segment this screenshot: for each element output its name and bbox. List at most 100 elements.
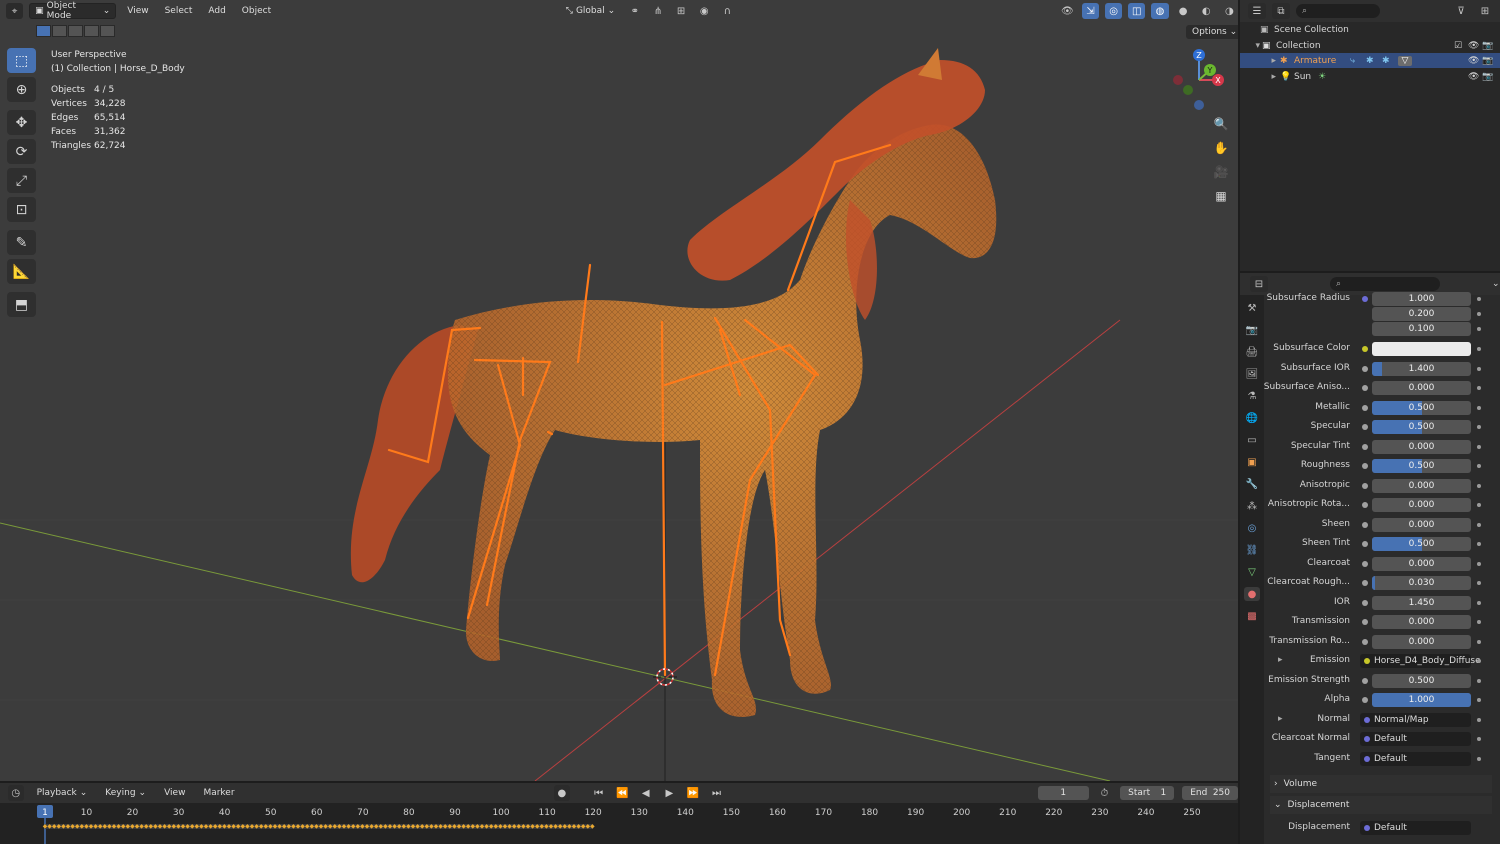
clock-icon[interactable]: ⏱	[1097, 785, 1113, 801]
mode-selector[interactable]: ▣ Object Mode ⌄	[29, 1, 117, 21]
expand-arrow-icon[interactable]: ▾	[1240, 41, 1262, 51]
select-subtract-icon[interactable]	[68, 25, 83, 37]
pan-hand-icon[interactable]: ✋	[1211, 138, 1231, 157]
displacement-section-header[interactable]: ⌄ Displacement	[1270, 796, 1492, 814]
keyframe-dot[interactable]	[1477, 386, 1481, 390]
value-slider[interactable]: 1.450	[1372, 596, 1471, 610]
outliner-row-collection[interactable]: ▾ ▣ Collection ☑ 👁 📷	[1240, 38, 1500, 53]
zoom-icon[interactable]: 🔍	[1211, 114, 1231, 133]
keyframe-dot[interactable]	[1477, 718, 1481, 722]
physics-tab-icon[interactable]: ◎	[1244, 521, 1260, 535]
value-slider[interactable]: 0.500	[1372, 459, 1471, 473]
eye-icon[interactable]: 👁	[1468, 72, 1482, 82]
value-slider[interactable]: 0.000	[1372, 381, 1471, 395]
camera-render-icon[interactable]: 📷	[1482, 56, 1500, 66]
value-slider[interactable]: 0.000	[1372, 635, 1471, 649]
gizmo-neg-z[interactable]	[1194, 100, 1204, 110]
collection-tab-icon[interactable]: ▭	[1244, 433, 1260, 447]
start-frame-field[interactable]: Start 1	[1120, 786, 1175, 800]
value-slider[interactable]: 1.400	[1372, 362, 1471, 376]
value-slider[interactable]	[1372, 342, 1471, 356]
select-box-tool-icon[interactable]: ⬚	[7, 48, 36, 73]
scene-tab-icon[interactable]: ⚗	[1244, 389, 1260, 403]
expand-arrow-icon[interactable]: ▸	[1278, 714, 1283, 724]
transform-tool-icon[interactable]: ⊡	[7, 197, 36, 222]
xray-toggle-icon[interactable]: ◫	[1128, 3, 1146, 19]
rotate-tool-icon[interactable]: ⟳	[7, 139, 36, 164]
falloff-icon[interactable]: ∩	[719, 3, 736, 19]
eye-icon[interactable]: 👁	[1468, 56, 1482, 66]
measure-tool-icon[interactable]: 📐	[7, 259, 36, 284]
options-button[interactable]: Options ⌄	[1186, 25, 1238, 39]
checkbox-icon[interactable]: ☑	[1454, 41, 1468, 51]
keyframe-dot[interactable]	[1477, 757, 1481, 761]
frame-ruler[interactable]: 1 10 20 30 40 50 60 70 80 90 100 110 120 130 140 150 160…	[0, 803, 1238, 844]
cursor-tool-icon[interactable]: ⊕	[7, 77, 36, 102]
select-new-icon[interactable]	[36, 25, 51, 37]
current-frame-field[interactable]: 1	[1037, 786, 1089, 800]
value-slider[interactable]: 0.500	[1372, 674, 1471, 688]
volume-section-header[interactable]: › Volume	[1270, 775, 1492, 793]
filter-icon[interactable]: ⊽	[1452, 3, 1470, 19]
keyframe-dot[interactable]	[1477, 425, 1481, 429]
tool-tab-icon[interactable]: ⚒	[1244, 301, 1260, 315]
keyframe-dot[interactable]	[1477, 367, 1481, 371]
value-slider[interactable]: 0.200	[1372, 307, 1471, 321]
keyframe-dot[interactable]	[1477, 445, 1481, 449]
menu-marker[interactable]: Marker	[198, 785, 239, 801]
value-slider[interactable]: 0.000	[1372, 518, 1471, 532]
shading-solid-icon[interactable]: ●	[1175, 3, 1192, 19]
new-collection-icon[interactable]: ⊞	[1476, 3, 1494, 19]
value-slider[interactable]: 1.000	[1372, 693, 1471, 707]
keyframe-dot[interactable]	[1477, 562, 1481, 566]
keyframe-dot[interactable]	[1477, 698, 1481, 702]
value-slider[interactable]: 1.000	[1372, 292, 1471, 306]
outliner-editor-icon[interactable]: ☰	[1248, 3, 1266, 19]
perspective-grid-icon[interactable]: ▦	[1211, 186, 1231, 205]
gizmo-neg-y[interactable]	[1183, 85, 1193, 95]
end-frame-field[interactable]: End 250	[1182, 786, 1239, 800]
material-tab-icon[interactable]: ●	[1244, 587, 1260, 601]
record-icon[interactable]: ●	[554, 785, 570, 801]
menu-view[interactable]: View	[159, 785, 190, 801]
expand-arrow-icon[interactable]: ▸	[1240, 72, 1280, 82]
select-extend-icon[interactable]	[52, 25, 67, 37]
output-tab-icon[interactable]: 🖨	[1244, 345, 1260, 359]
gizmo-toggle-icon[interactable]: ⇲	[1081, 3, 1100, 19]
menu-keying[interactable]: Keying ⌄	[100, 785, 151, 801]
linked-field[interactable]: Default	[1360, 752, 1471, 766]
keyframe-dot[interactable]	[1477, 464, 1481, 468]
camera-render-icon[interactable]: 📷	[1482, 72, 1500, 82]
expand-arrow-icon[interactable]: ▸	[1240, 56, 1280, 66]
keyframe-dot[interactable]	[1477, 640, 1481, 644]
keyframe-dot[interactable]	[1477, 523, 1481, 527]
gizmo-neg-x[interactable]	[1173, 75, 1183, 85]
properties-editor-icon[interactable]: ⊟	[1250, 276, 1268, 292]
scene-canvas[interactable]	[0, 0, 1238, 781]
visibility-icon[interactable]: 👁	[1059, 3, 1076, 19]
value-slider[interactable]: 0.500	[1372, 420, 1471, 434]
keyframe-dot[interactable]	[1477, 347, 1481, 351]
expand-arrow-icon[interactable]: ▸	[1278, 655, 1283, 665]
editor-type-icon[interactable]: ⌖	[6, 3, 24, 19]
linked-field[interactable]: Horse_D4_Body_Diffuse	[1360, 654, 1481, 668]
keyframe-dot[interactable]	[1477, 484, 1481, 488]
value-slider[interactable]: 0.000	[1372, 615, 1471, 629]
outliner-row-sun[interactable]: ▸ 💡 Sun ☀ 👁 📷	[1240, 69, 1500, 84]
transform-orientation[interactable]: ⤡ Global ⌄	[561, 3, 620, 19]
texture-tab-icon[interactable]: ▩	[1244, 609, 1260, 623]
proportional-edit-icon[interactable]: ◉	[696, 3, 713, 19]
prev-keyframe-icon[interactable]: ⏪	[614, 785, 630, 801]
value-slider[interactable]: 0.030	[1372, 576, 1471, 590]
constraints-tab-icon[interactable]: ⛓	[1244, 543, 1260, 557]
value-slider[interactable]: 0.500	[1372, 401, 1471, 415]
outliner-row-armature[interactable]: ▸ ✱ Armature ⤷ ✱ ✱ ▽ 👁 📷	[1240, 53, 1500, 68]
keyframe-dot[interactable]	[1477, 406, 1481, 410]
timeline-editor-icon[interactable]: ◷	[8, 785, 24, 801]
particles-tab-icon[interactable]: ⁂	[1244, 499, 1260, 513]
snap-icon[interactable]: ⋔	[649, 3, 666, 19]
shading-material-icon[interactable]: ◐	[1198, 3, 1215, 19]
linked-field[interactable]: Default	[1360, 732, 1471, 746]
timeline-track[interactable]: 1 10 20 30 40 50 60 70 80 90 100 110 120 130 140 150 160…	[0, 803, 1238, 844]
navigation-gizmo[interactable]: Z Y X	[1168, 46, 1232, 114]
